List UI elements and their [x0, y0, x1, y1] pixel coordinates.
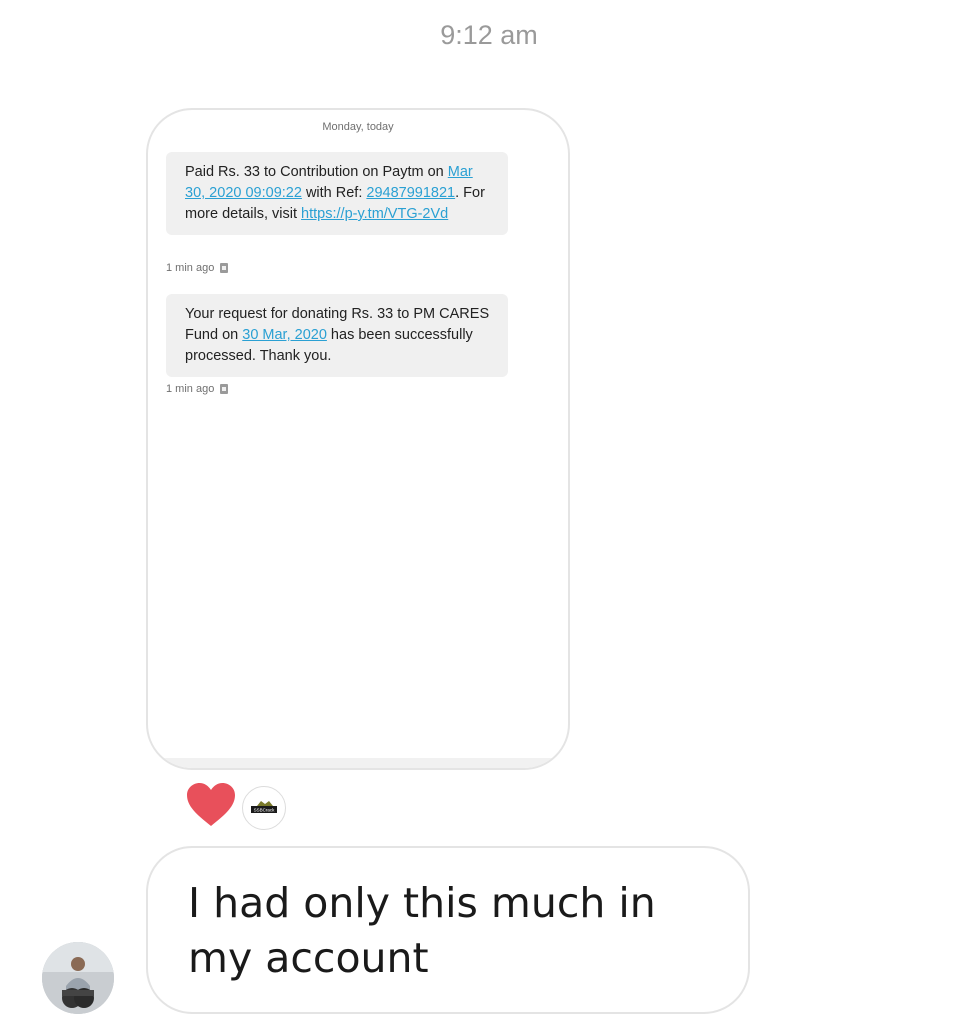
sms-time: 1 min ago — [166, 383, 215, 395]
sms-text: with Ref: — [301, 185, 367, 201]
sms-time: 1 min ago — [166, 262, 215, 274]
sms-date-link[interactable]: 30 Mar, 2020 — [242, 327, 327, 343]
reactions-row[interactable]: SSBCrack — [186, 782, 286, 833]
sms-bubble-pmcares: Your request for donating Rs. 33 to PM C… — [166, 294, 508, 377]
sms-text: Paid Rs. 33 to Contribution on Paytm on — [185, 164, 448, 180]
reactor-label: SSBCrack — [254, 807, 276, 812]
sms-bubble-paytm: Paid Rs. 33 to Contribution on Paytm on … — [166, 152, 508, 235]
ssbcrack-logo-icon: SSBCrack — [251, 800, 277, 813]
reactor-avatar[interactable]: SSBCrack — [242, 785, 286, 830]
sim-card-icon — [220, 263, 229, 273]
reply-text: I had only this much in my account — [188, 879, 656, 982]
shared-screenshot-message[interactable]: Monday, today Paid Rs. 33 to Contributio… — [146, 108, 570, 770]
message-timestamp: 9:12 am — [440, 20, 538, 50]
sms-meta: 1 min ago — [166, 262, 229, 274]
heart-icon — [186, 782, 236, 833]
sender-avatar[interactable] — [42, 942, 114, 1014]
sim-card-icon — [220, 384, 229, 394]
sms-date-label: Monday, today — [322, 121, 394, 133]
reply-message-bubble[interactable]: I had only this much in my account — [146, 846, 750, 1014]
sms-meta: 1 min ago — [166, 383, 229, 395]
sms-ref-link[interactable]: 29487991821 — [366, 185, 455, 201]
sms-url-link[interactable]: https://p-y.tm/VTG-2Vd — [301, 206, 448, 222]
card-bottom-strip — [148, 758, 568, 768]
